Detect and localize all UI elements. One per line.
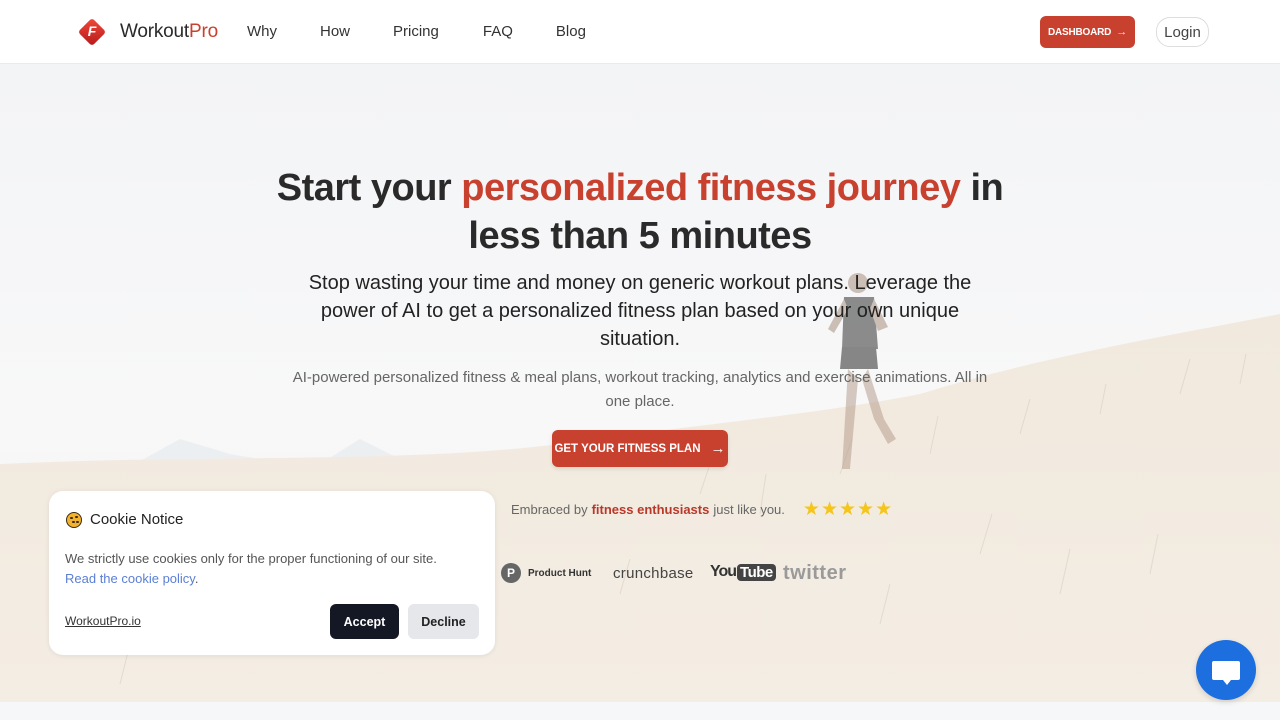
chat-bubble-icon: [1212, 660, 1240, 685]
nav-how[interactable]: How: [320, 23, 350, 40]
youtube-you: You: [710, 563, 737, 580]
arrow-right-icon: →: [1116, 26, 1127, 38]
cookie-message: We strictly use cookies only for the pro…: [65, 551, 437, 566]
cookie-icon: [66, 511, 82, 528]
cookie-title: Cookie Notice: [66, 511, 183, 528]
cookie-title-text: Cookie Notice: [90, 511, 184, 528]
decline-button[interactable]: Decline: [408, 604, 479, 639]
crunchbase-logo[interactable]: crunchbase: [613, 565, 694, 582]
nav-why[interactable]: Why: [247, 23, 277, 40]
next-section-edge: [0, 702, 1280, 720]
youtube-tube: Tube: [737, 563, 776, 581]
star-icon: ★: [839, 499, 857, 520]
login-button[interactable]: Login: [1156, 17, 1209, 47]
headline-accent: personalized fitness journey: [461, 167, 961, 209]
dashboard-button[interactable]: DASHBOARD →: [1040, 16, 1135, 48]
cookie-policy-link[interactable]: Read the cookie policy: [65, 571, 195, 586]
product-hunt-text: Product Hunt: [528, 567, 592, 579]
hero-description: AI-powered personalized fitness & meal p…: [292, 369, 988, 410]
cookie-text: We strictly use cookies only for the pro…: [65, 549, 437, 589]
star-icon: ★: [875, 499, 893, 520]
social-proof-highlight: fitness enthusiasts: [591, 502, 710, 517]
site-link[interactable]: WorkoutPro.io: [65, 614, 141, 628]
star-rating: ★ ★ ★ ★ ★: [803, 500, 893, 519]
cookie-notice: Cookie Notice We strictly use cookies on…: [49, 491, 495, 655]
cta-label: GET YOUR FITNESS PLAN: [554, 442, 701, 455]
hero-subheadline: Stop wasting your time and money on gene…: [308, 272, 972, 350]
nav-faq[interactable]: FAQ: [483, 23, 513, 40]
hero-headline: Start your personalized fitness journey …: [276, 167, 1004, 257]
press-logos: P Product Hunt crunchbase You Tube twitt…: [501, 561, 881, 591]
site-header: F WorkoutPro Why How Pricing FAQ Blog DA…: [0, 0, 1280, 64]
accept-button[interactable]: Accept: [330, 604, 399, 639]
logo-link[interactable]: F WorkoutPro: [77, 17, 218, 47]
get-fitness-plan-button[interactable]: GET YOUR FITNESS PLAN →: [552, 430, 728, 467]
youtube-logo[interactable]: You Tube: [710, 563, 776, 581]
nav-blog[interactable]: Blog: [556, 23, 586, 40]
arrow-right-icon: →: [710, 440, 726, 457]
social-proof-prefix: Embraced by: [511, 502, 588, 517]
logo-text: WorkoutPro: [120, 21, 218, 42]
chat-widget-button[interactable]: [1196, 640, 1256, 700]
twitter-logo[interactable]: twitter: [783, 562, 847, 585]
product-hunt-icon: P: [501, 563, 521, 583]
product-hunt-logo[interactable]: P Product Hunt: [501, 563, 591, 583]
social-proof-suffix: just like you.: [713, 502, 785, 517]
main-nav: Why How Pricing FAQ Blog: [247, 23, 586, 40]
nav-pricing[interactable]: Pricing: [393, 23, 439, 40]
star-icon: ★: [820, 499, 838, 520]
social-proof: Embraced by fitness enthusiasts just lik…: [511, 500, 893, 519]
dashboard-label: DASHBOARD: [1047, 26, 1112, 38]
star-icon: ★: [802, 499, 820, 520]
star-icon: ★: [857, 499, 875, 520]
cookie-link-suffix: .: [194, 571, 199, 586]
workoutpro-logo-icon: F: [77, 17, 107, 47]
